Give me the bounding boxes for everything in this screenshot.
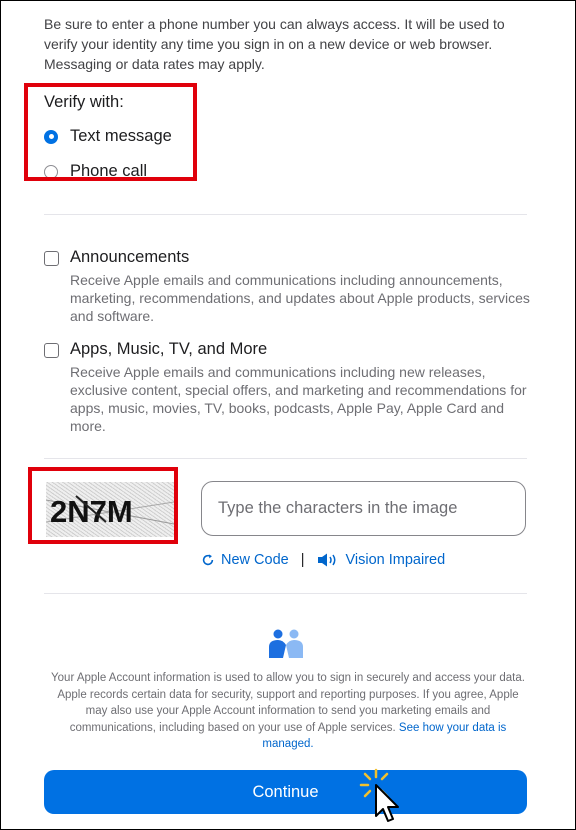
phone-intro-text: Be sure to enter a phone number you can …: [44, 16, 505, 72]
refresh-icon: [202, 554, 214, 566]
captcha-links: New Code | Vision Impaired: [201, 552, 445, 568]
apps-music-tv-option[interactable]: Apps, Music, TV, and More Receive Apple …: [44, 340, 527, 435]
divider: [44, 593, 527, 594]
text-message-label: Text message: [70, 127, 172, 145]
announcements-option[interactable]: Announcements Receive Apple emails and c…: [44, 248, 530, 328]
phone-call-label: Phone call: [70, 162, 148, 180]
captcha-input[interactable]: [201, 481, 526, 536]
announcements-description: Receive Apple emails and communications …: [70, 272, 530, 324]
link-separator: |: [300, 552, 305, 568]
phone-call-radio[interactable]: [44, 164, 58, 177]
verify-option-phone-call[interactable]: Phone call: [44, 162, 148, 180]
announcements-checkbox[interactable]: [44, 251, 59, 266]
new-code-button[interactable]: New Code: [201, 552, 289, 568]
captcha-image: 2N7M: [46, 482, 174, 537]
vision-impaired-label: Vision Impaired: [345, 552, 446, 568]
apps-music-tv-checkbox[interactable]: [44, 343, 59, 358]
captcha-code: 2N7M: [50, 494, 133, 529]
captcha-glyphs: 2N7M: [46, 494, 174, 529]
vision-impaired-button[interactable]: Vision Impaired: [316, 552, 445, 568]
divider: [44, 458, 527, 459]
text-message-radio[interactable]: [44, 129, 58, 144]
speaker-icon: [318, 553, 336, 567]
apps-music-tv-title: Apps, Music, TV, and More: [70, 340, 268, 358]
people-handshake-icon: [269, 629, 303, 658]
verify-option-text-message[interactable]: Text message: [44, 127, 172, 146]
divider: [44, 214, 527, 215]
continue-button[interactable]: Continue: [44, 770, 527, 814]
new-code-label: New Code: [221, 552, 289, 568]
apps-music-tv-description: Receive Apple emails and communications …: [70, 364, 527, 434]
verify-with-group: Verify with: Text message Phone call: [24, 83, 197, 181]
privacy-notice: Your Apple Account information is used t…: [50, 670, 526, 753]
pointer-cursor-icon: [359, 768, 399, 822]
announcements-title: Announcements: [70, 248, 190, 266]
verify-with-label: Verify with:: [44, 93, 124, 111]
captcha-highlight: 2N7M: [28, 467, 178, 544]
svg-text:2N7M: 2N7M: [50, 494, 133, 529]
